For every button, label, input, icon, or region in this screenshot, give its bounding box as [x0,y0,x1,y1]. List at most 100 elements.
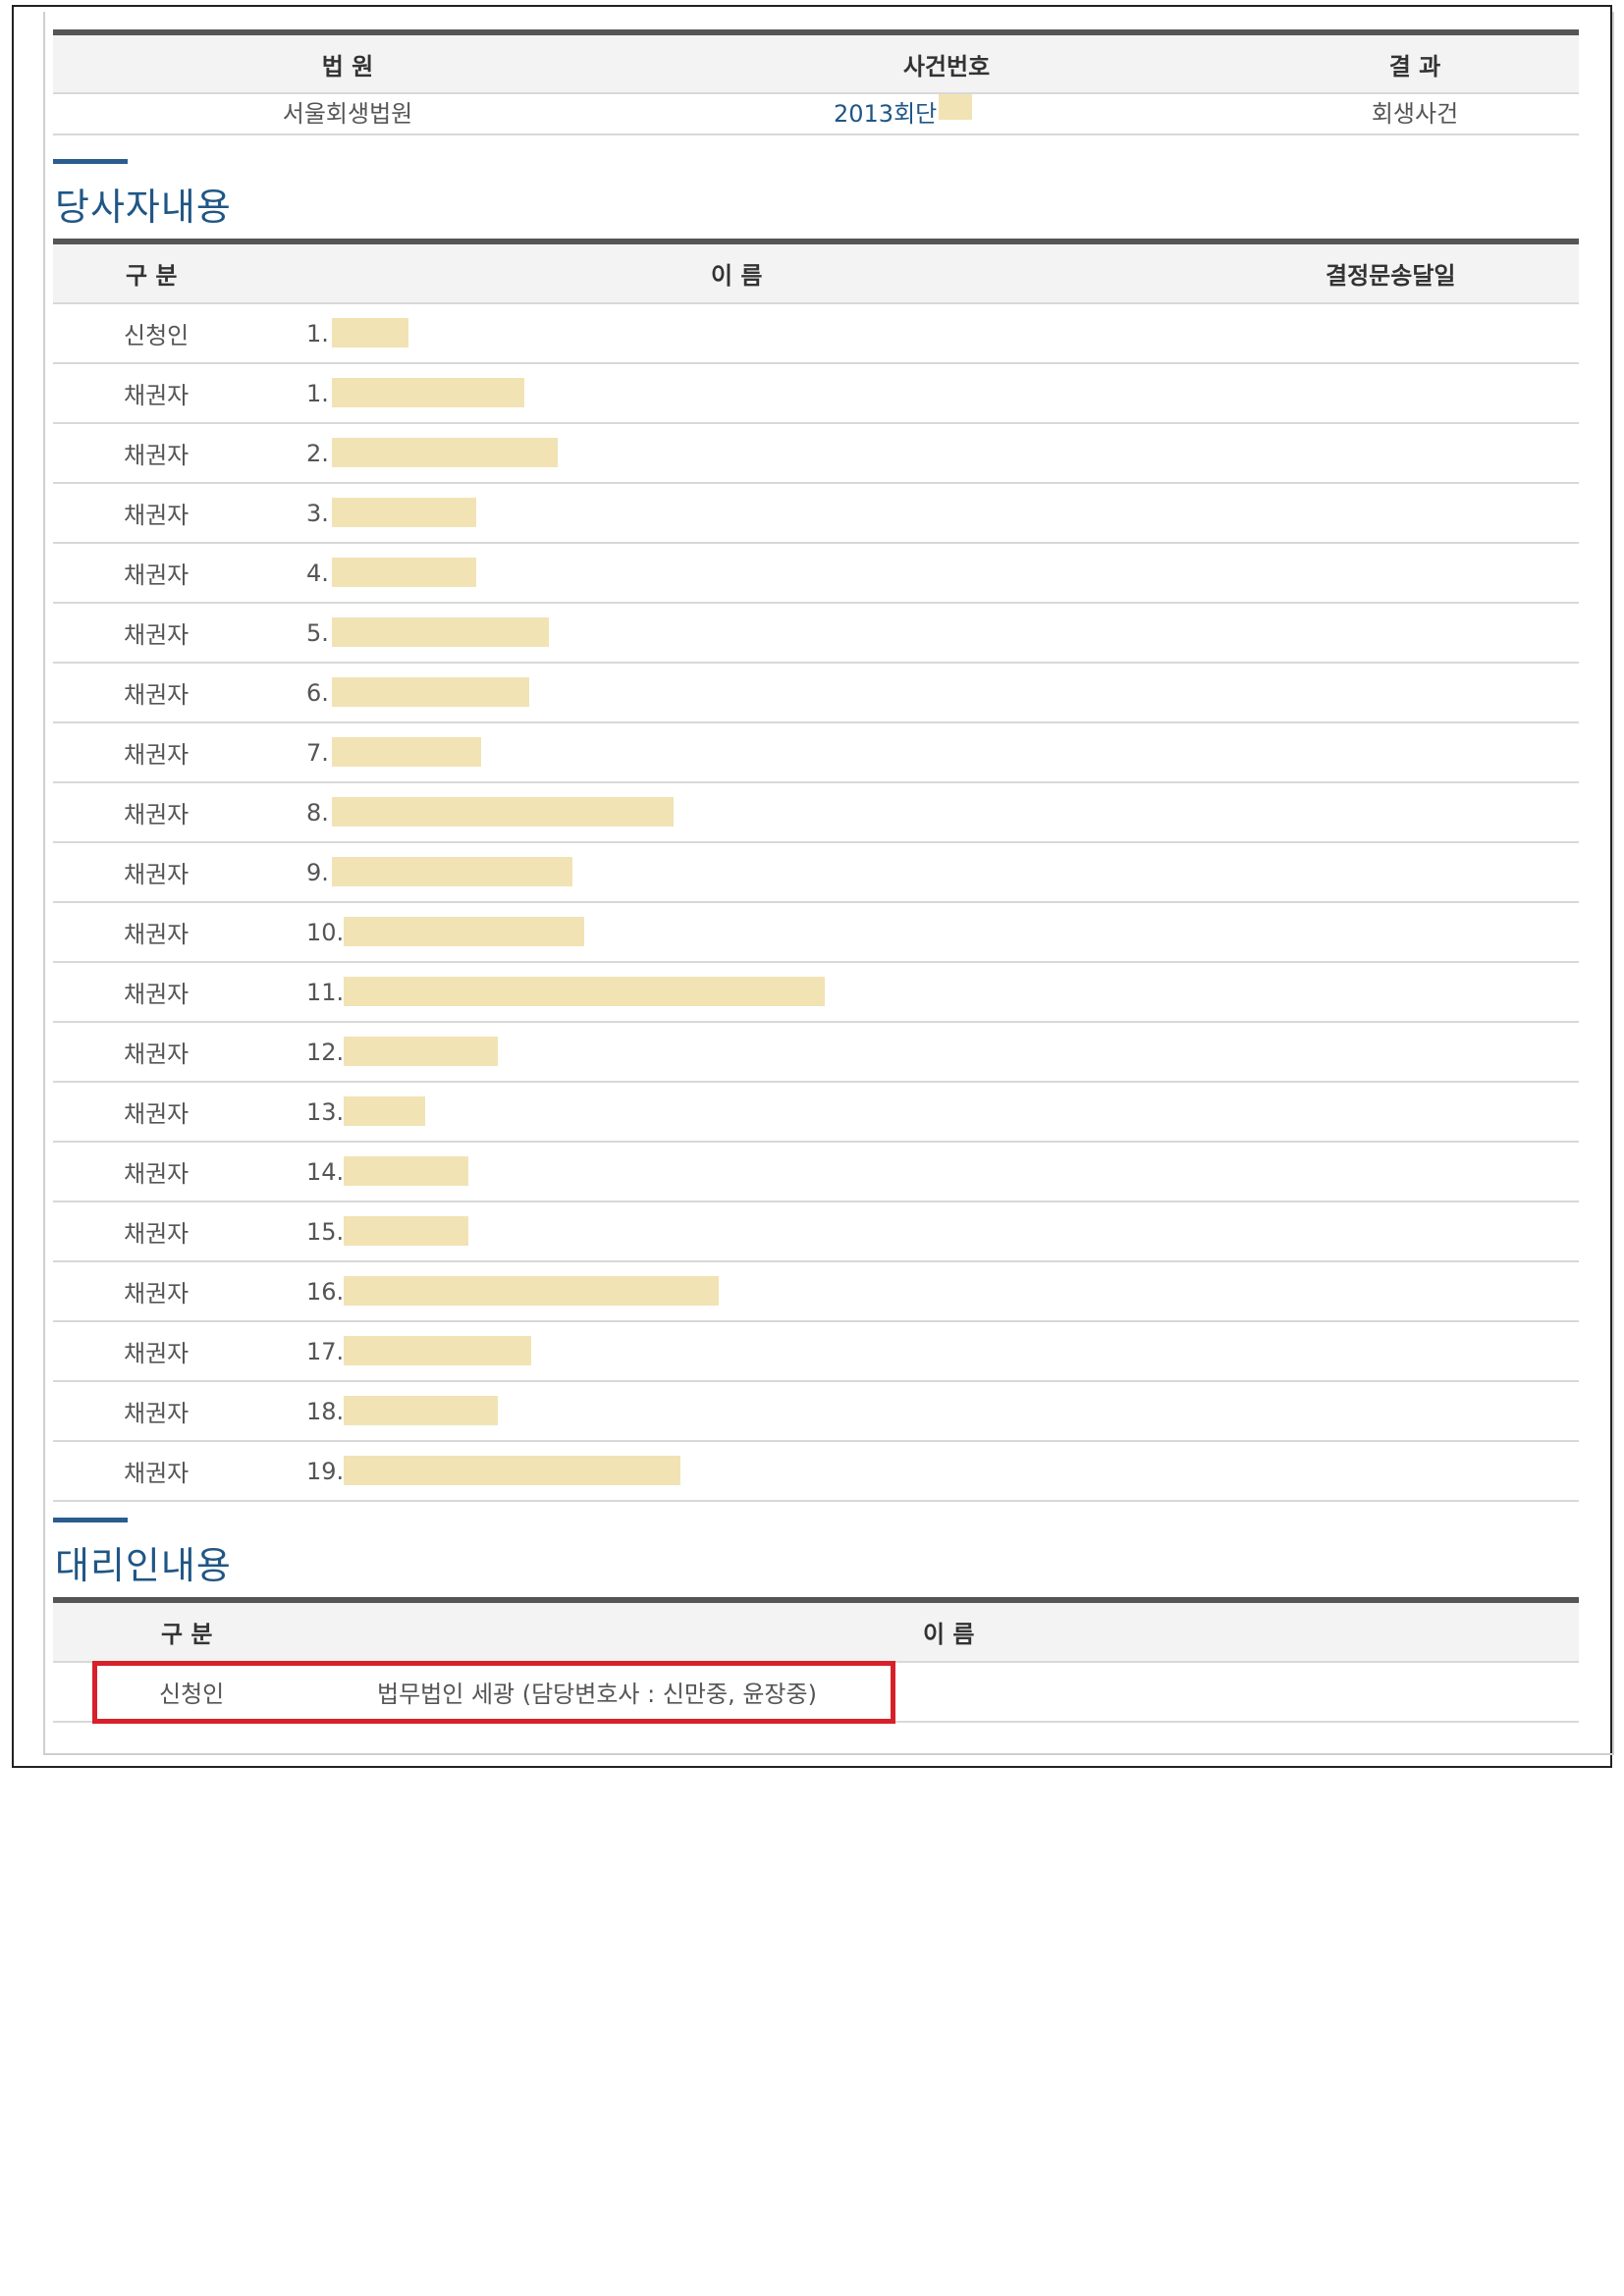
party-category: 채권자 [124,1460,189,1487]
party-number: 3. [306,499,329,527]
party-number: 11. [306,978,345,1006]
table-row: 채권자 10. [53,903,1579,963]
party-number: 7. [306,738,329,767]
party-name-redaction [344,1216,468,1246]
party-number: 16. [306,1277,345,1306]
table-row: 채권자 18. [53,1382,1579,1442]
party-category: 채권자 [124,1100,189,1128]
agents-section-title: 대리인내용 [55,1544,232,1587]
party-category: 채권자 [124,1280,189,1308]
party-number: 10. [306,918,345,946]
party-category: 채권자 [124,981,189,1008]
table-row: 채권자 16. [53,1262,1579,1322]
table-row: 채권자 19. [53,1442,1579,1502]
header-result: 결 과 [1388,52,1441,80]
party-number: 15. [306,1217,345,1246]
party-name-redaction [332,378,524,407]
table-row: 채권자 11. [53,963,1579,1023]
party-name-redaction [332,857,572,886]
table-row: 채권자 7. [53,723,1579,783]
party-name-redaction [332,558,476,587]
header-case-number: 사건번호 [902,52,991,80]
party-category: 채권자 [124,382,189,409]
party-name-redaction [332,498,476,527]
party-name-redaction [332,617,549,647]
party-name-redaction [344,1096,425,1126]
party-category: 채권자 [124,502,189,529]
party-name-redaction [344,917,584,946]
party-number: 19. [306,1457,345,1485]
table-row: 채권자 2. [53,424,1579,484]
party-number: 2. [306,439,329,467]
table-row: 채권자 6. [53,664,1579,723]
party-category: 신청인 [124,322,189,349]
party-name-redaction [344,1336,531,1365]
table-row: 채권자 9. [53,843,1579,903]
party-number: 14. [306,1157,345,1186]
party-name-redaction [344,1396,498,1425]
party-name-redaction [332,737,481,767]
party-category: 채권자 [124,1340,189,1367]
case-number-redaction [939,94,973,120]
party-category: 채권자 [124,921,189,948]
party-category: 채권자 [124,561,189,589]
parties-header-name: 이 름 [711,262,763,290]
party-category: 채권자 [124,801,189,828]
parties-section-marker [53,159,128,164]
case-table-row: 서울회생법원 2013회단 회생사건 [53,94,1579,135]
party-number: 1. [306,379,329,407]
party-number: 4. [306,559,329,587]
party-number: 5. [306,618,329,647]
party-category: 채권자 [124,621,189,649]
table-row: 채권자 14. [53,1143,1579,1202]
case-table-header: 법 원 사건번호 결 과 [53,35,1579,94]
party-number: 18. [306,1397,345,1425]
party-category: 채권자 [124,1220,189,1248]
case-table: 법 원 사건번호 결 과 서울회생법원 2013회단 회생사건 [53,29,1579,135]
table-row: 채권자 17. [53,1322,1579,1382]
agents-header-category: 구 분 [161,1621,213,1648]
parties-section-title: 당사자내용 [55,186,232,229]
header-court: 법 원 [321,52,374,80]
party-name-redaction [344,1037,498,1066]
table-row: 신청인 1. [53,304,1579,364]
party-name-redaction [332,438,558,467]
party-name-redaction [332,797,674,827]
case-number-value: 2013회단 [834,94,973,133]
party-number: 1. [306,319,329,347]
party-category: 채권자 [124,1160,189,1188]
party-number: 8. [306,798,329,827]
table-row: 채권자 8. [53,783,1579,843]
table-row: 채권자 12. [53,1023,1579,1083]
party-name-redaction [332,677,529,707]
parties-table-header: 구 분 이 름 결정문송달일 [53,244,1579,304]
party-number: 9. [306,858,329,886]
party-name-redaction [344,1276,719,1306]
party-category: 채권자 [124,1400,189,1427]
party-category: 채권자 [124,861,189,888]
table-row: 채권자 1. [53,364,1579,424]
table-row: 채권자 4. [53,544,1579,604]
party-name-redaction [344,977,825,1006]
party-category: 채권자 [124,1041,189,1068]
highlight-box [92,1661,895,1724]
agents-section-marker [53,1518,128,1522]
agents-header-name: 이 름 [923,1621,975,1648]
party-number: 6. [306,678,329,707]
table-row: 채권자 3. [53,484,1579,544]
party-category: 채권자 [124,442,189,469]
parties-table: 구 분 이 름 결정문송달일 신청인 1. 채권자 1. 채권자 2. 채권자 3. 채권자 4.… [53,239,1579,1502]
party-number: 17. [306,1337,345,1365]
result-value: 회생사건 [1371,100,1459,128]
case-number-text: 2013회단 [834,100,938,128]
table-row: 채권자 5. [53,604,1579,664]
party-category: 채권자 [124,681,189,709]
party-name-redaction [332,318,408,347]
party-number: 12. [306,1038,345,1066]
parties-header-date: 결정문송달일 [1326,262,1456,290]
agents-table-header: 구 분 이 름 [53,1603,1579,1663]
party-name-redaction [344,1456,680,1485]
table-row: 채권자 13. [53,1083,1579,1143]
parties-table-body: 신청인 1. 채권자 1. 채권자 2. 채권자 3. 채권자 4. 채권자 5. 채권자 6. 채권자 7.… [53,304,1579,1502]
party-name-redaction [344,1156,468,1186]
